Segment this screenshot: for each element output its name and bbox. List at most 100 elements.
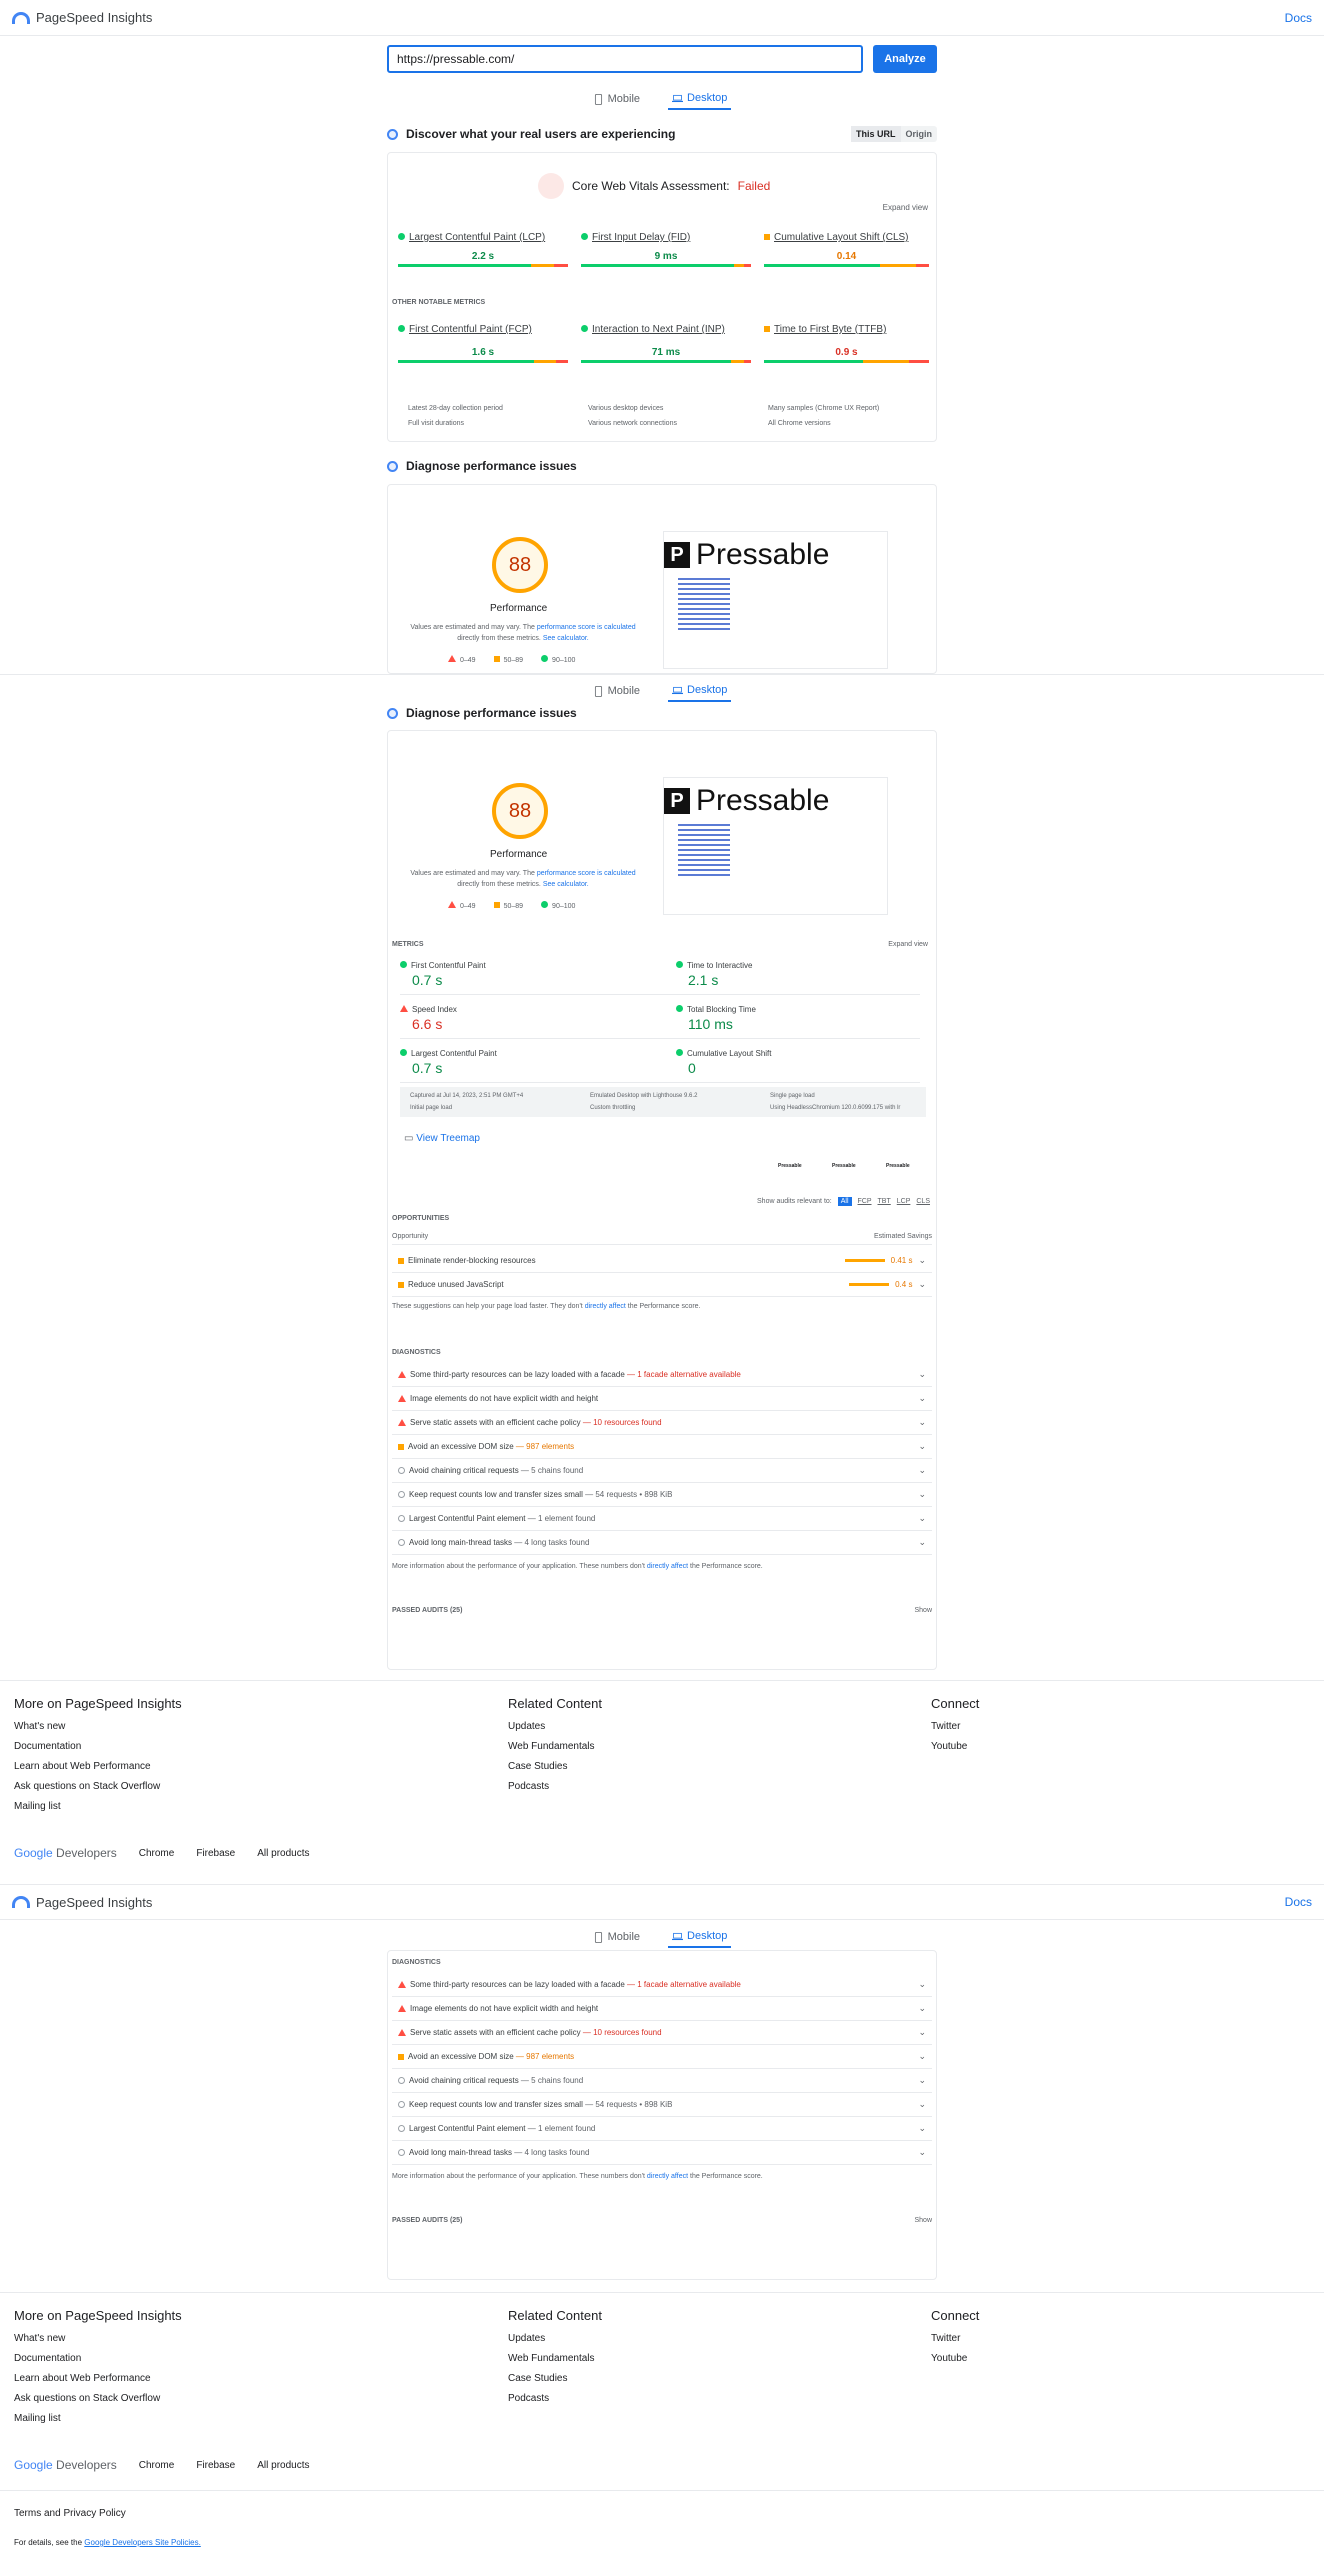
- tab-desktop[interactable]: Desktop: [668, 88, 732, 110]
- tab-mobile[interactable]: Mobile: [589, 680, 644, 702]
- diagnostic-row[interactable]: Serve static assets with an efficient ca…: [392, 2021, 932, 2045]
- page-screenshot: P Pressable: [663, 777, 888, 915]
- view-treemap-button[interactable]: ▭ View Treemap: [404, 1133, 480, 1144]
- diagnostic-row[interactable]: Keep request counts low and transfer siz…: [392, 1483, 932, 1507]
- psi-logo[interactable]: PageSpeed Insights: [12, 1895, 152, 1910]
- lab-metric-si: Speed Index 6.6 s: [400, 1005, 676, 1039]
- this-url-toggle[interactable]: This URL: [851, 126, 901, 142]
- tab-desktop[interactable]: Desktop: [668, 680, 732, 702]
- filter-tbt[interactable]: TBT: [878, 1198, 891, 1205]
- expand-view-link[interactable]: Expand view: [888, 941, 928, 948]
- cwv-badge-icon: [538, 173, 564, 199]
- crux-metric-fcp: First Contentful Paint (FCP) 1.6 s: [398, 319, 568, 363]
- google-developers-logo[interactable]: Google Developers: [14, 2458, 117, 2472]
- opportunities-list: Eliminate render-blocking resources 0.41 …: [392, 1249, 932, 1297]
- average-icon: [764, 234, 770, 240]
- filter-all[interactable]: All: [837, 1197, 852, 1206]
- good-icon: [398, 325, 405, 332]
- diagnostics-note: More information about the performance o…: [392, 1563, 763, 1570]
- crux-metric-cls: Cumulative Layout Shift (CLS) 0.14: [764, 227, 929, 267]
- diagnostic-row[interactable]: Image elements do not have explicit widt…: [392, 1997, 932, 2021]
- score-legend: 0–49 50–89 90–100: [448, 901, 575, 910]
- footer-col-psi: More on PageSpeed Insights What's new Do…: [14, 1696, 182, 1812]
- score-note: Values are estimated and may vary. The p…: [410, 624, 636, 642]
- diagnostic-row[interactable]: Avoid an excessive DOM size — 987 elemen…: [392, 2045, 932, 2069]
- diagnostic-row[interactable]: Image elements do not have explicit widt…: [392, 1387, 932, 1411]
- show-passed-button[interactable]: Show: [914, 1607, 932, 1614]
- footer-col-connect: Connect Twitter Youtube: [931, 1696, 980, 1752]
- filter-fcp[interactable]: FCP: [858, 1198, 872, 1205]
- psi-logo-icon: [12, 1896, 30, 1908]
- opportunity-row[interactable]: Eliminate render-blocking resources 0.41 …: [392, 1249, 932, 1273]
- tab-mobile[interactable]: Mobile: [589, 88, 644, 110]
- device-tabs: Mobile Desktop: [560, 88, 760, 110]
- diagnose-icon: [387, 707, 398, 719]
- google-developers-logo[interactable]: Google Developers: [14, 1846, 117, 1860]
- diagnostic-row[interactable]: Some third-party resources can be lazy l…: [392, 1973, 932, 1997]
- filmstrip: Pressable Pressable Pressable: [778, 1163, 922, 1185]
- tab-desktop[interactable]: Desktop: [668, 1926, 732, 1948]
- cwv-assessment: Core Web Vitals Assessment: Failed: [538, 173, 770, 199]
- passed-audits: PASSED AUDITS (25) Show: [392, 2217, 932, 2224]
- footer-divider-2: [0, 2292, 1324, 2293]
- url-row: https://pressable.com/ Analyze: [387, 45, 937, 73]
- score-note: Values are estimated and may vary. The p…: [410, 870, 636, 888]
- footer-2: More on PageSpeed Insights What's new Do…: [14, 2308, 1314, 2438]
- good-icon: [581, 325, 588, 332]
- lab-env-grid: Captured at Jul 14, 2023, 2:51 PM GMT+4 E…: [400, 1087, 926, 1117]
- diagnostic-row[interactable]: Avoid long main-thread tasks — 4 long ta…: [392, 2141, 932, 2165]
- diagnostic-row[interactable]: Avoid chaining critical requests — 5 cha…: [392, 2069, 932, 2093]
- terms-divider: [0, 2490, 1324, 2491]
- good-icon: [541, 901, 549, 908]
- assessment-status: Failed: [737, 179, 771, 193]
- crux-metric-inp: Interaction to Next Paint (INP) 71 ms: [581, 319, 751, 363]
- crux-card: Core Web Vitals Assessment: Failed Expan…: [387, 152, 937, 442]
- filter-lcp[interactable]: LCP: [897, 1198, 911, 1205]
- filmstrip-frame: Pressable: [778, 1163, 802, 1169]
- other-metrics-label: OTHER NOTABLE METRICS: [392, 299, 486, 306]
- lab-metric-tbt: Total Blocking Time 110 ms: [676, 1005, 920, 1039]
- filmstrip-frame: Pressable: [832, 1163, 856, 1169]
- terms-link[interactable]: Terms and Privacy Policy: [14, 2508, 126, 2519]
- diagnostic-row[interactable]: Largest Contentful Paint element — 1 ele…: [392, 2117, 932, 2141]
- psi-logo[interactable]: PageSpeed Insights: [12, 10, 152, 25]
- crux-section-title: Discover what your real users are experi…: [387, 126, 937, 142]
- filter-cls[interactable]: CLS: [916, 1198, 930, 1205]
- top-header: PageSpeed Insights Docs: [0, 0, 1324, 36]
- analyze-button[interactable]: Analyze: [873, 45, 937, 73]
- users-icon: [387, 128, 398, 140]
- show-passed-button[interactable]: Show: [914, 2217, 932, 2224]
- average-icon: [493, 901, 500, 908]
- performance-gauge: 88: [492, 783, 548, 839]
- docs-link[interactable]: Docs: [1285, 11, 1312, 25]
- opportunity-row[interactable]: Reduce unused JavaScript 0.4 s ⌄: [392, 1273, 932, 1297]
- diagnostic-row[interactable]: Avoid chaining critical requests — 5 cha…: [392, 1459, 932, 1483]
- diagnose-icon: [387, 460, 398, 472]
- footer-col-related: Related Content Updates Web Fundamentals…: [508, 1696, 602, 1792]
- diagnose-card-1: 88 Performance Values are estimated and …: [387, 484, 937, 674]
- diagnostic-row[interactable]: Avoid long main-thread tasks — 4 long ta…: [392, 1531, 932, 1555]
- distribution-bar: [764, 264, 929, 267]
- diagnostic-row[interactable]: Largest Contentful Paint element — 1 ele…: [392, 1507, 932, 1531]
- app-title: PageSpeed Insights: [36, 10, 153, 25]
- diagnostic-row[interactable]: Some third-party resources can be lazy l…: [392, 1363, 932, 1387]
- url-input[interactable]: https://pressable.com/: [387, 45, 863, 73]
- footer-col-related: Related Content Updates Web Fundamentals…: [508, 2308, 602, 2404]
- page: PageSpeed Insights Docs https://pressabl…: [0, 0, 1324, 2560]
- diagnostic-row[interactable]: Avoid an excessive DOM size — 987 elemen…: [392, 1435, 932, 1459]
- footer-1: More on PageSpeed Insights What's new Do…: [14, 1696, 1314, 1826]
- distribution-bar: [581, 264, 751, 267]
- docs-link[interactable]: Docs: [1285, 1895, 1312, 1909]
- tab-mobile[interactable]: Mobile: [589, 1926, 644, 1948]
- diagnostic-row[interactable]: Serve static assets with an efficient ca…: [392, 1411, 932, 1435]
- diagnostics-label: DIAGNOSTICS: [392, 1959, 441, 1966]
- metrics-label: METRICS: [392, 941, 424, 948]
- diagnose-title-1: Diagnose performance issues: [387, 459, 577, 473]
- expand-view-link[interactable]: Expand view: [883, 203, 928, 212]
- origin-toggle[interactable]: Origin: [901, 126, 938, 142]
- phone-icon: [594, 1931, 602, 1943]
- poor-icon: [448, 901, 456, 908]
- phone-icon: [594, 685, 602, 697]
- diagnostics-list: Some third-party resources can be lazy l…: [392, 1973, 932, 2165]
- diagnostic-row[interactable]: Keep request counts low and transfer siz…: [392, 2093, 932, 2117]
